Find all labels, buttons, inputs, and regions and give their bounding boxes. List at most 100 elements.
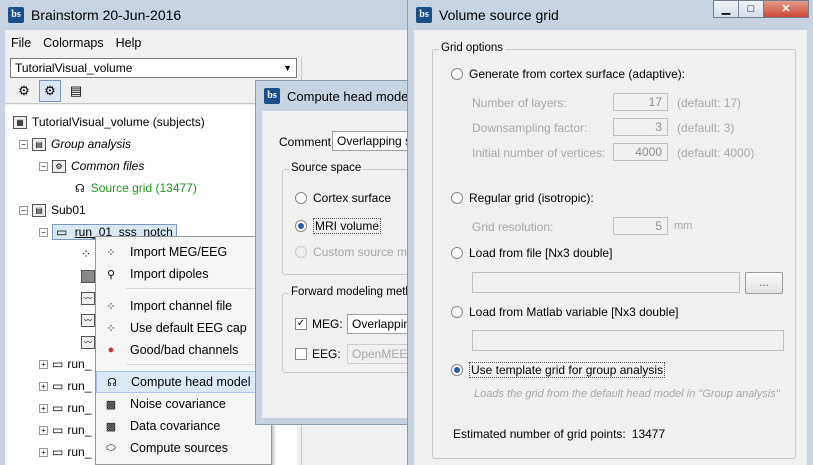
channel-file-icon: ⁘ <box>106 300 116 313</box>
option-cortex-adaptive[interactable]: Generate from cortex surface (adaptive): <box>451 67 685 81</box>
radio-button-selected[interactable] <box>295 220 307 232</box>
menu-item-label: Compute sources <box>130 441 228 455</box>
data-icon: 〰 <box>81 335 95 349</box>
option-load-matlab[interactable]: Load from Matlab variable [Nx3 double] <box>451 305 678 319</box>
estimate-label: Estimated number of grid points: <box>453 427 626 441</box>
menu-item-data-covariance[interactable]: ▩ Data covariance <box>96 415 271 437</box>
matlab-variable-field <box>472 330 784 351</box>
protocol-icon: ▦ <box>13 115 27 129</box>
file-path-field <box>472 272 740 293</box>
head-model-title-bar[interactable]: bs Compute head model <box>256 81 411 111</box>
expand-icon[interactable]: + <box>39 359 48 369</box>
close-icon[interactable]: ✕ <box>763 0 809 18</box>
head-model-client: Comment: Overlapping sp Source space Cor… <box>262 111 427 418</box>
comment-label: Comment: <box>279 135 335 149</box>
compute-sources-icon: ⬭ <box>106 441 116 454</box>
main-title-bar[interactable]: bs Brainstorm 20-Jun-2016 <box>0 0 412 30</box>
minimize-icon[interactable]: ▁ <box>713 0 739 18</box>
tree-node-run[interactable]: + ▭ run_ <box>39 443 91 461</box>
brainstorm-logo-icon: bs <box>8 7 24 23</box>
menu-item-default-eeg-cap[interactable]: ⁘ Use default EEG cap <box>96 317 271 339</box>
menu-item-noise-covariance[interactable]: ▩ Noise covariance <box>96 393 271 415</box>
collapse-icon[interactable]: − <box>39 161 48 171</box>
radio-button[interactable] <box>295 192 307 204</box>
tree-node-run[interactable]: + ▭ run_ <box>39 399 91 417</box>
resolution-unit: mm <box>674 220 693 232</box>
expand-icon[interactable]: + <box>39 447 48 457</box>
option-label: MRI volume <box>313 218 382 234</box>
common-files-icon: ⚙ <box>52 159 66 173</box>
menu-separator <box>126 364 266 365</box>
tree-run-truncated: run_ <box>67 379 92 393</box>
resolution-field: 5 <box>613 217 668 235</box>
tree-leaf[interactable]: ⁘ <box>81 245 91 263</box>
functional-view-icon[interactable]: ⚙ <box>39 80 61 102</box>
menu-item-compute-sources[interactable]: ⬭ Compute sources <box>96 437 271 459</box>
menu-colormaps[interactable]: Colormaps <box>43 36 103 50</box>
subject-list-icon[interactable]: ▤ <box>65 80 87 102</box>
grid-title-bar[interactable]: bs Volume source grid <box>408 0 559 30</box>
tree-context-menu: ⁘ Import MEG/EEG ⚲ Import dipoles ⁘ Impo… <box>95 236 272 465</box>
menu-item-label: Import dipoles <box>130 267 209 281</box>
radio-button[interactable] <box>451 68 463 80</box>
menu-file[interactable]: File <box>11 36 31 50</box>
menu-help[interactable]: Help <box>116 36 142 50</box>
maximize-icon[interactable]: □ <box>738 0 764 18</box>
eeg-label: EEG: <box>312 347 341 361</box>
layers-default: (default: 17) <box>677 96 742 110</box>
toolbar-divider <box>5 103 297 104</box>
protocol-selector[interactable]: TutorialVisual_volume ▼ <box>10 58 297 78</box>
expand-icon[interactable]: + <box>39 381 48 391</box>
option-cortex-surface[interactable]: Cortex surface <box>295 191 391 205</box>
tree-node-common-files[interactable]: − ⚙ Common files <box>39 157 144 175</box>
radio-button[interactable] <box>451 192 463 204</box>
matrix-icon <box>81 269 95 283</box>
collapse-icon[interactable]: − <box>19 205 28 215</box>
tree-common-files-label: Common files <box>71 159 145 173</box>
menu-item-label: Noise covariance <box>130 397 226 411</box>
menu-item-import-meg-eeg[interactable]: ⁘ Import MEG/EEG <box>96 241 271 263</box>
folder-icon: ▭ <box>52 401 64 415</box>
menu-item-import-channel-file[interactable]: ⁘ Import channel file <box>96 295 271 317</box>
menu-item-good-bad-channels[interactable]: ● Good/bad channels <box>96 339 271 361</box>
vertices-field: 4000 <box>613 143 668 161</box>
eeg-checkbox[interactable] <box>295 348 307 360</box>
data-icon: 〰 <box>81 291 95 305</box>
tree-node-run[interactable]: + ▭ run_ <box>39 421 91 439</box>
protocol-selector-value: TutorialVisual_volume <box>15 61 133 75</box>
tree-run-truncated: run_ <box>67 423 92 437</box>
meg-row: ✓ MEG: <box>295 317 343 331</box>
expand-icon[interactable]: + <box>39 425 48 435</box>
option-custom-source-model: Custom source mod <box>295 245 420 259</box>
menu-item-compute-head-model[interactable]: ☊ Compute head model <box>96 371 271 393</box>
layers-field: 17 <box>613 93 668 111</box>
radio-button-selected[interactable] <box>451 364 463 376</box>
vertices-label: Initial number of vertices: <box>472 146 606 160</box>
tree-node-run[interactable]: + ▭ run_ <box>39 355 91 373</box>
expand-icon[interactable]: + <box>39 403 48 413</box>
radio-button[interactable] <box>451 306 463 318</box>
tree-node-group-analysis[interactable]: − ▤ Group analysis <box>19 135 131 153</box>
meg-checkbox[interactable]: ✓ <box>295 318 307 330</box>
radio-button-disabled <box>295 246 307 258</box>
option-mri-volume[interactable]: MRI volume <box>295 218 382 234</box>
option-label: Custom source mod <box>313 245 421 259</box>
collapse-icon[interactable]: − <box>39 227 48 237</box>
import-icon: ⁘ <box>106 246 116 259</box>
main-window-title: Brainstorm 20-Jun-2016 <box>31 7 182 23</box>
tree-node-protocol[interactable]: ▦ TutorialVisual_volume (subjects) <box>13 113 205 131</box>
chevron-down-icon: ▼ <box>283 63 292 73</box>
option-load-file[interactable]: Load from file [Nx3 double] <box>451 246 612 260</box>
option-regular-grid[interactable]: Regular grid (isotropic): <box>451 191 594 205</box>
radio-button[interactable] <box>451 247 463 259</box>
collapse-icon[interactable]: − <box>19 139 28 149</box>
menu-item-import-dipoles[interactable]: ⚲ Import dipoles <box>96 263 271 285</box>
tree-node-run[interactable]: + ▭ run_ <box>39 377 91 395</box>
data-icon: 〰 <box>81 313 95 327</box>
anatomy-view-icon[interactable]: ⚙ <box>13 80 35 102</box>
tree-node-source-grid[interactable]: ☊ Source grid (13477) <box>75 179 197 197</box>
comment-field[interactable]: Overlapping sp <box>332 131 412 151</box>
browse-button: ... <box>745 272 783 294</box>
option-template-grid[interactable]: Use template grid for group analysis <box>451 362 666 378</box>
tree-node-sub01[interactable]: − ▤ Sub01 <box>19 201 86 219</box>
